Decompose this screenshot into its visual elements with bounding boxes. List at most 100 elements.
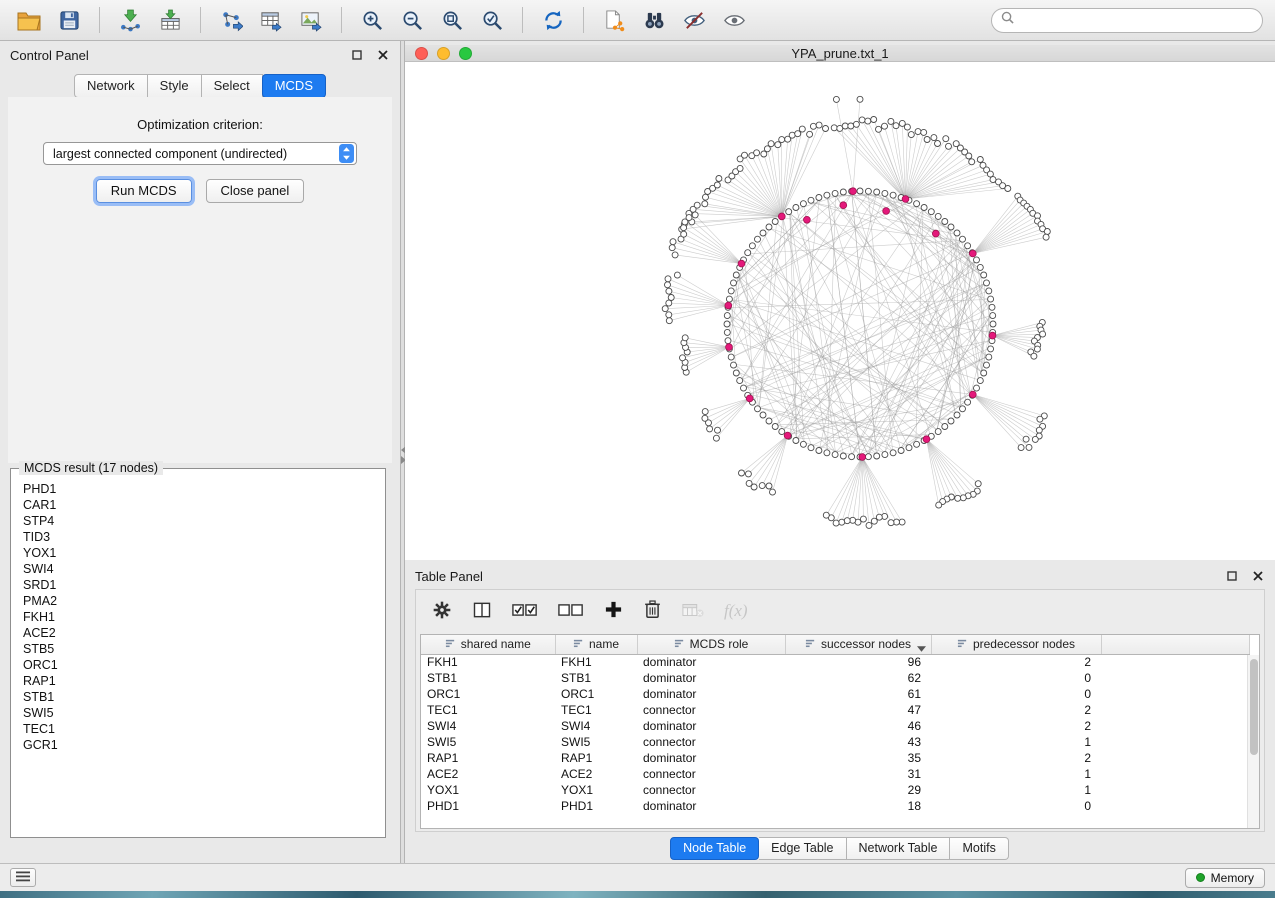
network-node[interactable]	[833, 520, 839, 526]
network-node[interactable]	[849, 454, 855, 460]
network-node[interactable]	[739, 470, 745, 476]
table-row[interactable]: ORC1ORC1dominator610	[421, 686, 1249, 702]
network-node[interactable]	[670, 239, 676, 245]
network-node[interactable]	[943, 136, 949, 142]
network-node[interactable]	[816, 448, 822, 454]
network-node[interactable]	[823, 126, 829, 132]
network-node[interactable]	[936, 502, 942, 508]
network-node[interactable]	[882, 452, 888, 458]
table-settings-button[interactable]	[432, 600, 452, 623]
mcds-result-item[interactable]: YOX1	[23, 545, 385, 561]
share-clipboard-button[interactable]	[597, 4, 631, 36]
network-node[interactable]	[795, 131, 801, 137]
network-node[interactable]	[824, 450, 830, 456]
network-node[interactable]	[899, 519, 905, 525]
network-node[interactable]	[960, 236, 966, 242]
network-node[interactable]	[665, 282, 671, 288]
network-node[interactable]	[974, 257, 980, 263]
mcds-node[interactable]	[738, 260, 745, 267]
mcds-result-item[interactable]: CAR1	[23, 497, 385, 513]
mcds-node[interactable]	[969, 250, 976, 257]
network-node[interactable]	[865, 118, 871, 124]
export-image-button[interactable]	[294, 4, 328, 36]
network-node[interactable]	[779, 429, 785, 435]
zoom-out-button[interactable]	[395, 4, 429, 36]
network-node[interactable]	[1036, 427, 1042, 433]
import-table-button[interactable]	[153, 4, 187, 36]
network-node[interactable]	[1005, 186, 1011, 192]
mcds-result-item[interactable]: PHD1	[23, 481, 385, 497]
network-node[interactable]	[981, 272, 987, 278]
network-node[interactable]	[969, 159, 975, 165]
network-node[interactable]	[882, 190, 888, 196]
close-window-icon[interactable]	[415, 47, 428, 60]
network-node[interactable]	[726, 296, 732, 302]
network-node[interactable]	[832, 452, 838, 458]
network-node[interactable]	[772, 424, 778, 430]
mcds-node[interactable]	[840, 202, 847, 209]
network-node[interactable]	[888, 520, 894, 526]
network-node[interactable]	[908, 132, 914, 138]
column-header-successor-nodes[interactable]: successor nodes	[785, 635, 931, 654]
table-row[interactable]: STB1STB1dominator620	[421, 670, 1249, 686]
float-table-panel-icon[interactable]	[1225, 569, 1239, 583]
show-all-button[interactable]	[717, 4, 751, 36]
network-node[interactable]	[666, 312, 672, 318]
mcds-node[interactable]	[726, 344, 733, 351]
network-node[interactable]	[707, 426, 713, 432]
network-node[interactable]	[1018, 445, 1024, 451]
network-node[interactable]	[914, 441, 920, 447]
network-node[interactable]	[772, 219, 778, 225]
network-node[interactable]	[890, 192, 896, 198]
network-node[interactable]	[921, 129, 927, 135]
network-node[interactable]	[977, 264, 983, 270]
mcds-node[interactable]	[804, 216, 811, 223]
network-node[interactable]	[965, 399, 971, 405]
network-node[interactable]	[733, 370, 739, 376]
network-node[interactable]	[888, 118, 894, 124]
network-node[interactable]	[840, 189, 846, 195]
table-row[interactable]: SWI5SWI5connector431	[421, 734, 1249, 750]
mcds-node[interactable]	[746, 395, 753, 402]
network-window-titlebar[interactable]: YPA_prune.txt_1	[405, 45, 1275, 62]
network-node[interactable]	[954, 230, 960, 236]
network-node[interactable]	[848, 123, 854, 129]
network-node[interactable]	[662, 306, 668, 312]
network-node[interactable]	[714, 182, 720, 188]
network-node[interactable]	[935, 141, 941, 147]
mcds-result-item[interactable]: SWI5	[23, 705, 385, 721]
network-node[interactable]	[857, 96, 863, 102]
mcds-node[interactable]	[850, 188, 857, 195]
network-node[interactable]	[882, 123, 888, 129]
network-node[interactable]	[981, 370, 987, 376]
mcds-result-item[interactable]: GCR1	[23, 737, 385, 753]
network-node[interactable]	[760, 412, 766, 418]
network-node[interactable]	[974, 385, 980, 391]
network-node[interactable]	[816, 122, 822, 128]
mcds-result-item[interactable]: ORC1	[23, 657, 385, 673]
network-node[interactable]	[1031, 353, 1037, 359]
tab-motifs[interactable]: Motifs	[950, 837, 1008, 860]
delete-table-button[interactable]	[682, 601, 704, 622]
mcds-node[interactable]	[859, 454, 866, 461]
memory-button[interactable]: Memory	[1185, 868, 1265, 888]
network-node[interactable]	[977, 378, 983, 384]
mcds-node[interactable]	[932, 230, 939, 237]
table-scrollbar-thumb[interactable]	[1250, 659, 1258, 755]
network-node[interactable]	[768, 141, 774, 147]
table-row[interactable]: RAP1RAP1dominator352	[421, 750, 1249, 766]
delete-column-button[interactable]	[643, 599, 662, 623]
table-row[interactable]: PHD1PHD1dominator180	[421, 798, 1249, 814]
deselect-all-button[interactable]	[558, 601, 584, 622]
network-node[interactable]	[759, 483, 765, 489]
network-node[interactable]	[808, 445, 814, 451]
tab-network[interactable]: Network	[74, 74, 148, 98]
network-node[interactable]	[799, 126, 805, 132]
network-node[interactable]	[988, 346, 994, 352]
mcds-result-item[interactable]: SWI4	[23, 561, 385, 577]
network-node[interactable]	[823, 512, 829, 518]
network-node[interactable]	[871, 518, 877, 524]
float-panel-icon[interactable]	[350, 48, 364, 62]
mcds-result-item[interactable]: TEC1	[23, 721, 385, 737]
network-node[interactable]	[755, 236, 761, 242]
